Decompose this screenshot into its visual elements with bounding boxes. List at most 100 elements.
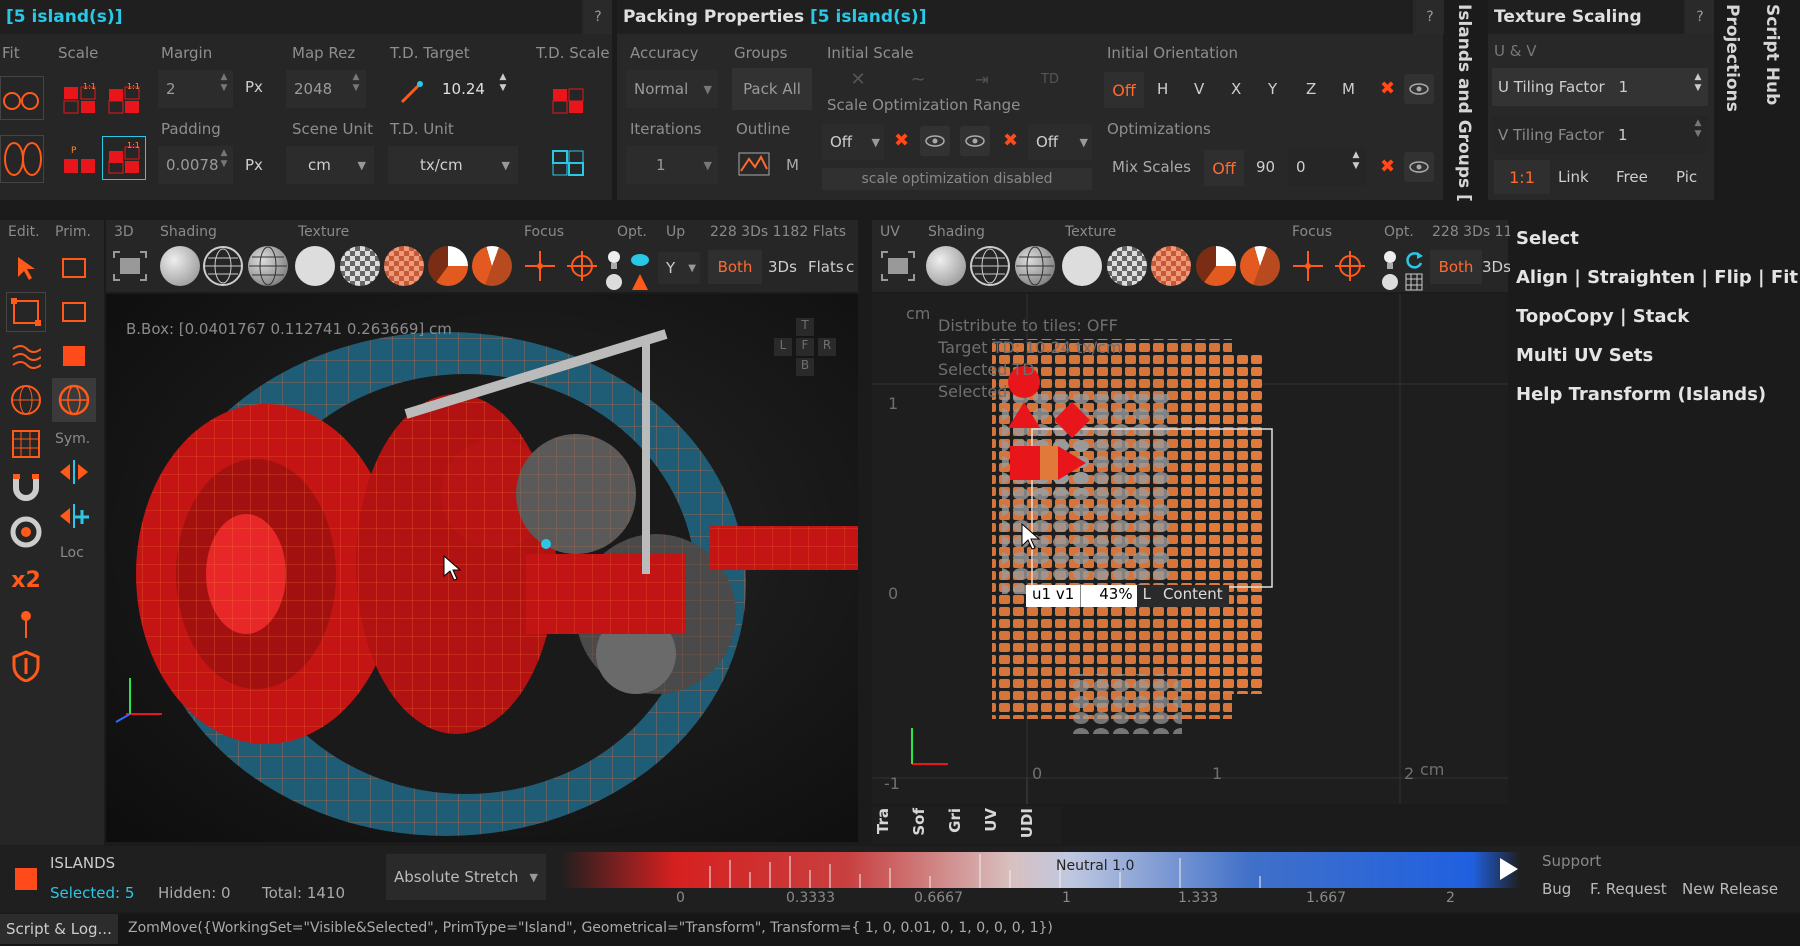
u-tiling-field[interactable]: U Tiling Factor 1 bbox=[1492, 68, 1708, 106]
menu-select[interactable]: Select bbox=[1516, 228, 1579, 249]
uv-tab-sof[interactable]: Sof bbox=[910, 808, 928, 836]
select-arrow-icon[interactable] bbox=[6, 248, 46, 288]
free-button[interactable]: Free bbox=[1616, 168, 1648, 186]
uv-tex-stretch-icon[interactable] bbox=[1240, 246, 1280, 286]
uv-tile-content[interactable]: Content bbox=[1156, 585, 1229, 607]
mix-scales-stepper[interactable]: ▲ ▼ bbox=[1350, 150, 1362, 172]
feature-request-link[interactable]: F. Request bbox=[1590, 880, 1667, 898]
initial-scale-none-icon[interactable]: ✕ bbox=[838, 64, 878, 94]
texture-scaling-help-button[interactable]: ? bbox=[1686, 0, 1714, 34]
mix-scales-off-button[interactable]: Off bbox=[1204, 150, 1244, 186]
orientation-off-button[interactable]: Off bbox=[1104, 72, 1144, 108]
edit-wave-icon[interactable] bbox=[6, 336, 46, 376]
vp3d-wire-icon[interactable] bbox=[203, 246, 243, 286]
view-top-button[interactable]: T bbox=[796, 318, 814, 336]
stretch-mode-select[interactable]: Absolute Stretch ▼ bbox=[386, 854, 546, 900]
uv-3ds-button[interactable]: 3Ds bbox=[1482, 258, 1511, 276]
packing-props-help-button[interactable]: ? bbox=[1416, 0, 1444, 34]
orientation-axis-y[interactable]: Y bbox=[1268, 80, 1277, 98]
vp3d-frame-icon[interactable] bbox=[110, 246, 150, 286]
fit-tile-icon[interactable] bbox=[0, 135, 44, 183]
vp3d-tex-orange-checker-icon[interactable] bbox=[384, 246, 424, 286]
vp3d-up-select[interactable]: Y ▼ bbox=[658, 252, 700, 284]
islands-color-swatch[interactable] bbox=[15, 868, 37, 890]
scene-unit-select[interactable]: cm ▼ bbox=[286, 146, 374, 184]
new-release-link[interactable]: New Release bbox=[1682, 880, 1778, 898]
view-front-button[interactable]: F bbox=[796, 338, 814, 356]
script-hub-tab[interactable]: Script Hub bbox=[1754, 0, 1794, 204]
vp3d-focus-icon[interactable] bbox=[520, 246, 560, 286]
prim-island-icon[interactable] bbox=[52, 378, 96, 422]
pack-all-button[interactable]: Pack All bbox=[732, 68, 812, 110]
orientation-axis-h[interactable]: H bbox=[1157, 80, 1168, 98]
range-max-eye-icon[interactable] bbox=[960, 126, 990, 156]
menu-multi-uv-sets[interactable]: Multi UV Sets bbox=[1516, 345, 1653, 366]
accuracy-select[interactable]: Normal ▼ bbox=[626, 70, 718, 108]
fit-islands-icon[interactable] bbox=[0, 76, 44, 120]
td-scale-set-icon[interactable] bbox=[548, 142, 588, 182]
mix-scales-eye-icon[interactable] bbox=[1404, 152, 1434, 182]
menu-help-transform[interactable]: Help Transform (Islands) bbox=[1516, 384, 1766, 405]
initial-scale-wave-icon[interactable]: ∼ bbox=[898, 64, 938, 94]
stretch-gradient-bar[interactable]: Neutral 1.0 bbox=[560, 852, 1520, 888]
view-bottom-button[interactable]: B bbox=[796, 358, 814, 376]
map-rez-stepper[interactable]: ▲ ▼ bbox=[350, 72, 362, 94]
uv-focus-target-icon[interactable] bbox=[1330, 246, 1370, 286]
td-target-stepper[interactable]: ▲ ▼ bbox=[497, 72, 509, 94]
orientation-clear-icon[interactable]: ✖ bbox=[1380, 78, 1395, 99]
uv-tab-udi[interactable]: UDI bbox=[1018, 808, 1036, 838]
orientation-axis-m[interactable]: M bbox=[1342, 80, 1355, 98]
uv-tex-distortion-icon[interactable] bbox=[1196, 246, 1236, 286]
vp3d-c-button[interactable]: c bbox=[846, 258, 854, 276]
edit-box-select-icon[interactable] bbox=[6, 292, 46, 332]
viewport-divider[interactable] bbox=[860, 220, 872, 845]
uv-shaded-icon[interactable] bbox=[926, 246, 966, 286]
uv-viewport[interactable]: cm cm 1 0 -1 0 1 2 Distribute to tiles: … bbox=[872, 294, 1508, 804]
scale-td-icon[interactable]: 1:1 bbox=[104, 80, 144, 120]
v-tiling-stepper[interactable]: ▲ ▼ bbox=[1692, 118, 1704, 140]
menu-align-straighten-flip-fit[interactable]: Align | Straighten | Flip | Fit bbox=[1516, 267, 1798, 288]
uv-tex-orange-checker-icon[interactable] bbox=[1151, 246, 1191, 286]
edit-magnet-icon[interactable] bbox=[6, 466, 46, 506]
range-min-clear-icon[interactable]: ✖ bbox=[894, 130, 909, 151]
initial-scale-td-icon[interactable]: TD bbox=[1030, 64, 1070, 94]
orientation-axis-z[interactable]: Z bbox=[1306, 80, 1316, 98]
view-left-button[interactable]: L bbox=[774, 338, 792, 356]
pic-button[interactable]: Pic bbox=[1676, 168, 1697, 186]
td-eyedropper-icon[interactable] bbox=[392, 72, 432, 112]
vp3d-tex-checker-icon[interactable] bbox=[340, 246, 380, 286]
range-max-select[interactable]: Off ▼ bbox=[1028, 124, 1092, 160]
islands-groups-tab[interactable]: Islands and Groups [ bbox=[1448, 0, 1484, 204]
link-button[interactable]: Link bbox=[1558, 168, 1589, 186]
vp3d-tex-white-icon[interactable] bbox=[295, 246, 335, 286]
v-tiling-field[interactable]: V Tiling Factor 1 bbox=[1492, 116, 1708, 154]
uv-focus-icon[interactable] bbox=[1288, 246, 1328, 286]
projections-tab[interactable]: Projections bbox=[1716, 0, 1752, 204]
vp3d-tex-stretch-icon[interactable] bbox=[472, 246, 512, 286]
uv-shaded-wire-icon[interactable] bbox=[1015, 246, 1055, 286]
sym-add-icon[interactable] bbox=[54, 496, 94, 536]
vp3d-shaded-icon[interactable] bbox=[160, 246, 200, 286]
uv-tex-checker-icon[interactable] bbox=[1107, 246, 1147, 286]
vp3d-flats-button[interactable]: Flats bbox=[808, 258, 844, 276]
vp3d-tex-distortion-icon[interactable] bbox=[428, 246, 468, 286]
td-scale-get-icon[interactable] bbox=[548, 80, 588, 120]
vp3d-both-button[interactable]: Both bbox=[708, 250, 762, 284]
pin-icon[interactable] bbox=[6, 604, 46, 644]
viewport-3d[interactable]: B.Box: [0.0401767 0.112741 0.263669] cm … bbox=[106, 294, 858, 842]
scale-pack-icon[interactable]: P bbox=[60, 140, 100, 180]
outline-m[interactable]: M bbox=[786, 156, 799, 174]
view-right-button[interactable]: R bbox=[818, 338, 836, 356]
stretch-play-icon[interactable] bbox=[1500, 858, 1518, 880]
script-log-button[interactable]: Script & Log... bbox=[0, 914, 118, 944]
scale-uniform-icon[interactable]: 1:1 bbox=[60, 80, 100, 120]
uv-wire-icon[interactable] bbox=[970, 246, 1010, 286]
uv-tab-gri[interactable]: Gri bbox=[946, 808, 964, 833]
padding-stepper[interactable]: ▲ ▼ bbox=[218, 148, 230, 170]
prim-edge-icon[interactable] bbox=[54, 292, 94, 332]
uv-tile-lock[interactable]: L bbox=[1136, 585, 1157, 607]
orientation-axis-v[interactable]: V bbox=[1194, 80, 1204, 98]
uv-both-button[interactable]: Both bbox=[1430, 250, 1482, 284]
mix-scales-clear-icon[interactable]: ✖ bbox=[1380, 156, 1395, 177]
margin-stepper[interactable]: ▲ ▼ bbox=[218, 72, 230, 94]
